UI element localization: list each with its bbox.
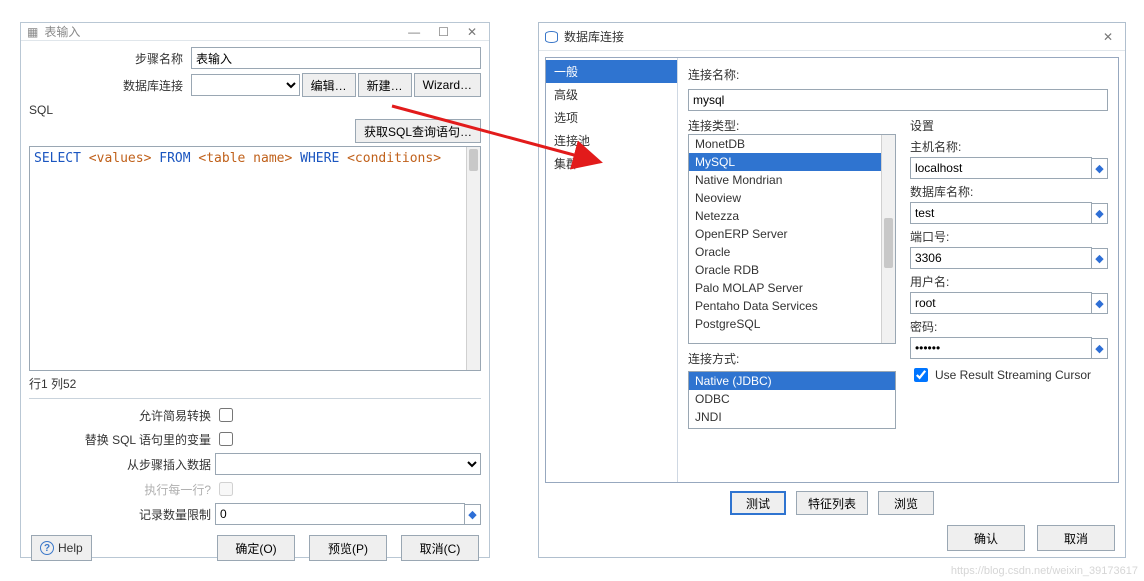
nav-item-2[interactable]: 选项	[546, 106, 677, 129]
record-limit-input[interactable]	[215, 503, 465, 525]
streaming-cursor-label: Use Result Streaming Cursor	[935, 368, 1091, 382]
help-button-label: Help	[58, 541, 83, 555]
dbname-input[interactable]	[910, 202, 1092, 224]
sql-keyword-where: WHERE	[300, 151, 339, 166]
variable-picker-icon[interactable]: ◆	[1092, 158, 1108, 179]
access-item[interactable]: JNDI	[689, 408, 895, 426]
close-icon[interactable]: ✕	[1103, 30, 1113, 44]
connection-name-label: 连接名称:	[688, 66, 1108, 83]
variable-picker-icon[interactable]: ◆	[1092, 338, 1108, 359]
cancel-button[interactable]: 取消(C)	[401, 535, 479, 561]
allow-simple-conversion-checkbox[interactable]	[219, 408, 233, 422]
replace-sql-vars-label: 替换 SQL 语句里的变量	[29, 431, 215, 448]
divider	[29, 398, 481, 399]
access-list[interactable]: Native (JDBC)ODBCJNDI	[688, 371, 896, 429]
help-button[interactable]: ? Help	[31, 535, 92, 561]
ok-button[interactable]: 确认	[947, 525, 1025, 551]
category-nav: 一般高级选项连接池集群	[546, 58, 678, 482]
nav-item-0[interactable]: 一般	[546, 60, 677, 83]
user-label: 用户名:	[910, 273, 1108, 290]
execute-each-row-checkbox	[219, 482, 233, 496]
allow-simple-conversion-label: 允许简易转换	[29, 407, 215, 424]
database-connection-dialog: 数据库连接 ✕ 一般高级选项连接池集群 连接名称: 连接类型: MonetDBM…	[538, 22, 1126, 558]
connection-type-item[interactable]: MySQL	[689, 153, 881, 171]
variable-picker-icon[interactable]: ◆	[1092, 248, 1108, 269]
variable-picker-icon[interactable]: ◆	[465, 504, 481, 525]
connection-type-item[interactable]: Pentaho Data Services	[689, 297, 881, 315]
from-step-select[interactable]	[215, 453, 481, 475]
password-label: 密码:	[910, 318, 1108, 335]
window-title: 数据库连接	[564, 28, 624, 45]
connection-type-item[interactable]: Palo MOLAP Server	[689, 279, 881, 297]
new-connection-button[interactable]: 新建…	[358, 73, 412, 97]
cursor-position-status: 行1 列52	[29, 375, 481, 392]
close-icon[interactable]: ✕	[467, 25, 477, 39]
nav-item-3[interactable]: 连接池	[546, 129, 677, 152]
sql-placeholder-values: <values>	[89, 151, 152, 166]
feature-list-button[interactable]: 特征列表	[796, 491, 868, 515]
connection-type-label: 连接类型:	[688, 117, 896, 134]
edit-connection-button[interactable]: 编辑…	[302, 73, 356, 97]
browse-button[interactable]: 浏览	[878, 491, 934, 515]
connection-type-item[interactable]: Oracle RDB	[689, 261, 881, 279]
nav-item-4[interactable]: 集群	[546, 152, 677, 175]
connection-name-input[interactable]	[688, 89, 1108, 111]
connection-type-item[interactable]: Native Mondrian	[689, 171, 881, 189]
access-label: 连接方式:	[688, 350, 896, 367]
replace-sql-vars-checkbox[interactable]	[219, 432, 233, 446]
step-name-label: 步骤名称	[29, 50, 189, 67]
watermark: https://blog.csdn.net/weixin_39173617	[951, 565, 1138, 577]
db-connection-label: 数据库连接	[29, 77, 189, 94]
port-label: 端口号:	[910, 228, 1108, 245]
titlebar: 数据库连接 ✕	[539, 23, 1125, 51]
scrollbar[interactable]	[466, 147, 480, 370]
sql-placeholder-conditions: <conditions>	[347, 151, 441, 166]
sql-textarea[interactable]: SELECT <values> FROM <table name> WHERE …	[29, 146, 481, 371]
get-sql-button[interactable]: 获取SQL查询语句…	[355, 119, 481, 143]
sql-label: SQL	[29, 103, 481, 117]
password-input[interactable]	[910, 337, 1092, 359]
sql-placeholder-table: <table name>	[198, 151, 292, 166]
connection-type-list[interactable]: MonetDBMySQLNative MondrianNeoviewNetezz…	[688, 134, 896, 344]
cancel-button[interactable]: 取消	[1037, 525, 1115, 551]
database-icon	[545, 31, 558, 43]
step-name-input[interactable]	[191, 47, 481, 69]
connection-type-item[interactable]: Neoview	[689, 189, 881, 207]
port-input[interactable]	[910, 247, 1092, 269]
from-step-label: 从步骤插入数据	[29, 456, 215, 473]
wizard-button[interactable]: Wizard…	[414, 73, 481, 97]
maximize-icon[interactable]: ☐	[438, 25, 449, 39]
connection-type-item[interactable]: OpenERP Server	[689, 225, 881, 243]
scrollbar[interactable]	[881, 135, 895, 343]
variable-picker-icon[interactable]: ◆	[1092, 293, 1108, 314]
user-input[interactable]	[910, 292, 1092, 314]
window-title: 表输入	[44, 23, 80, 40]
dbname-label: 数据库名称:	[910, 183, 1108, 200]
access-item[interactable]: Native (JDBC)	[689, 372, 895, 390]
connection-type-item[interactable]: Netezza	[689, 207, 881, 225]
table-input-dialog: ▦ 表输入 — ☐ ✕ 步骤名称 数据库连接 编辑… 新建… Wizard… S…	[20, 22, 490, 558]
nav-item-1[interactable]: 高级	[546, 83, 677, 106]
ok-button[interactable]: 确定(O)	[217, 535, 295, 561]
connection-type-item[interactable]: PostgreSQL	[689, 315, 881, 333]
sql-keyword-from: FROM	[159, 151, 190, 166]
test-button[interactable]: 测试	[730, 491, 786, 515]
table-input-icon: ▦	[27, 25, 38, 39]
connection-type-item[interactable]: Oracle	[689, 243, 881, 261]
streaming-cursor-checkbox[interactable]	[914, 368, 928, 382]
record-limit-label: 记录数量限制	[29, 506, 215, 523]
help-icon: ?	[40, 541, 54, 555]
titlebar: ▦ 表输入 — ☐ ✕	[21, 23, 489, 41]
execute-each-row-label: 执行每一行?	[29, 481, 215, 498]
sql-keyword-select: SELECT	[34, 151, 81, 166]
minimize-icon[interactable]: —	[408, 25, 420, 39]
host-label: 主机名称:	[910, 138, 1108, 155]
settings-label: 设置	[910, 117, 1108, 134]
preview-button[interactable]: 预览(P)	[309, 535, 387, 561]
host-input[interactable]	[910, 157, 1092, 179]
access-item[interactable]: ODBC	[689, 390, 895, 408]
db-connection-select[interactable]	[191, 74, 300, 96]
connection-type-item[interactable]: MonetDB	[689, 135, 881, 153]
variable-picker-icon[interactable]: ◆	[1092, 203, 1108, 224]
